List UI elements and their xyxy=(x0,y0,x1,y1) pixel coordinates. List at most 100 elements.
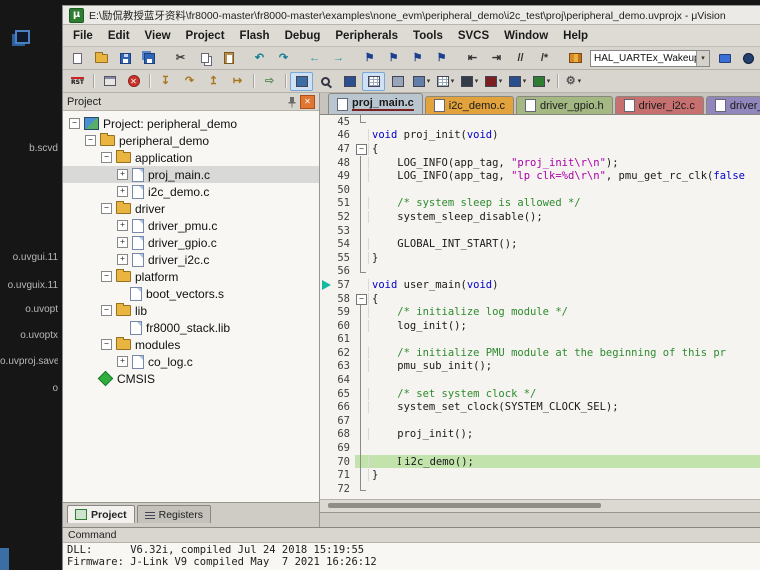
code-line-60[interactable]: 60 log_init(); xyxy=(320,319,760,333)
fold-margin[interactable] xyxy=(355,251,368,265)
close-panel-icon[interactable]: ✕ xyxy=(300,95,315,109)
scrollbar-thumb[interactable] xyxy=(328,503,601,508)
fold-margin[interactable] xyxy=(355,210,368,224)
trace-window-button[interactable]: ▾ xyxy=(506,72,529,91)
code-line-65[interactable]: 65 /* set system clock */ xyxy=(320,387,760,401)
fold-collapse-icon[interactable]: − xyxy=(356,144,367,155)
editor-tab-i2c-demo-c[interactable]: i2c_demo.c xyxy=(425,96,514,114)
chevron-down-icon[interactable]: ▾ xyxy=(696,51,709,66)
fold-margin[interactable] xyxy=(355,346,368,360)
tree-item-driver[interactable]: −driver xyxy=(63,200,319,217)
expand-icon[interactable]: + xyxy=(117,186,128,197)
menu-item-project[interactable]: Project xyxy=(186,30,225,42)
editor-tab-driver-gpio-c[interactable]: driver_gpio.c xyxy=(706,96,760,114)
tree-item-co-log-c[interactable]: +co_log.c xyxy=(63,353,319,370)
fold-margin[interactable] xyxy=(355,414,368,428)
code-line-71[interactable]: 71} xyxy=(320,468,760,482)
expand-icon[interactable]: + xyxy=(117,254,128,265)
run-to-cursor-button[interactable]: ↦ xyxy=(226,72,249,91)
tree-item-application[interactable]: −application xyxy=(63,149,319,166)
menu-item-svcs[interactable]: SVCS xyxy=(458,30,489,42)
expand-icon[interactable]: + xyxy=(117,237,128,248)
fold-margin[interactable] xyxy=(355,319,368,333)
code-editor[interactable]: 4546void proj_init(void)47−{48 LOG_INFO(… xyxy=(320,115,760,499)
tree-item-driver-pmu-c[interactable]: +driver_pmu.c xyxy=(63,217,319,234)
fold-margin[interactable] xyxy=(355,169,368,183)
menu-item-help[interactable]: Help xyxy=(563,30,588,42)
comment-selection-button[interactable]: // xyxy=(509,49,532,68)
code-line-50[interactable]: 50 xyxy=(320,183,760,197)
command-output[interactable]: DLL: V6.32i, compiled Jul 24 2018 15:19:… xyxy=(63,543,760,570)
collapse-icon[interactable]: − xyxy=(101,271,112,282)
code-line-69[interactable]: 69 xyxy=(320,441,760,455)
code-line-67[interactable]: 67 xyxy=(320,414,760,428)
undo-button[interactable]: ↶ xyxy=(248,49,271,68)
chevron-down-icon[interactable]: ▾ xyxy=(475,77,479,85)
collapse-icon[interactable]: − xyxy=(101,203,112,214)
code-line-70[interactable]: 70 Ii2c_demo(); xyxy=(320,455,760,469)
fold-margin[interactable]: − xyxy=(355,292,368,306)
fold-margin[interactable] xyxy=(355,400,368,414)
code-line-54[interactable]: 54 GLOBAL_INT_START(); xyxy=(320,237,760,251)
fold-margin[interactable] xyxy=(355,428,368,442)
editor-tab-proj-main-c[interactable]: proj_main.c xyxy=(328,93,423,114)
menu-item-file[interactable]: File xyxy=(73,30,93,42)
reset-cpu-button[interactable]: RST xyxy=(66,72,89,91)
fold-margin[interactable] xyxy=(355,455,368,469)
watch-window-button[interactable]: ▾ xyxy=(410,72,433,91)
nav-forward-button[interactable]: → xyxy=(327,49,350,68)
bookmark-clear-all-button[interactable]: ⚑ xyxy=(430,49,453,68)
horizontal-scrollbar[interactable] xyxy=(320,499,760,512)
menu-item-view[interactable]: View xyxy=(145,30,171,42)
chevron-down-icon[interactable]: ▾ xyxy=(451,77,455,85)
new-file-button[interactable] xyxy=(66,49,89,68)
code-line-61[interactable]: 61 xyxy=(320,333,760,347)
code-line-58[interactable]: 58−{ xyxy=(320,292,760,306)
menu-item-tools[interactable]: Tools xyxy=(413,30,443,42)
disassembly-window-button[interactable] xyxy=(314,72,337,91)
collapse-icon[interactable]: − xyxy=(101,305,112,316)
menu-item-edit[interactable]: Edit xyxy=(108,30,130,42)
menu-item-window[interactable]: Window xyxy=(504,30,548,42)
chevron-down-icon[interactable]: ▾ xyxy=(578,77,582,85)
register-window-button[interactable] xyxy=(362,72,385,91)
chevron-down-icon[interactable]: ▾ xyxy=(547,77,551,85)
code-line-49[interactable]: 49 LOG_INFO(app_tag, "lp clk=%d\r\n", pm… xyxy=(320,169,760,183)
tree-item-modules[interactable]: −modules xyxy=(63,336,319,353)
stop-debug-button[interactable] xyxy=(122,72,145,91)
tree-item-fr8000-stack-lib[interactable]: fr8000_stack.lib xyxy=(63,319,319,336)
code-line-63[interactable]: 63 pmu_sub_init(); xyxy=(320,360,760,374)
expand-icon[interactable]: + xyxy=(117,356,128,367)
copy-button[interactable] xyxy=(193,49,216,68)
step-over-button[interactable]: ↷ xyxy=(178,72,201,91)
collapse-icon[interactable]: − xyxy=(85,135,96,146)
books-window-button[interactable] xyxy=(564,49,587,68)
chevron-down-icon[interactable]: ▾ xyxy=(523,77,527,85)
fold-margin[interactable] xyxy=(355,360,368,374)
tree-item-cmsis[interactable]: CMSIS xyxy=(63,370,319,387)
fold-margin[interactable] xyxy=(355,265,368,279)
fold-margin[interactable] xyxy=(355,129,368,143)
expand-icon[interactable]: + xyxy=(117,169,128,180)
symbol-combobox[interactable]: HAL_UARTEx_WakeupCal▾ xyxy=(590,50,710,67)
tree-item-driver-i2c-c[interactable]: +driver_i2c.c xyxy=(63,251,319,268)
tree-item-proj-main-c[interactable]: +proj_main.c xyxy=(63,166,319,183)
indent-button[interactable]: ⇥ xyxy=(485,49,508,68)
code-line-66[interactable]: 66 system_set_clock(SYSTEM_CLOCK_SEL); xyxy=(320,400,760,414)
bookmark-prev-button[interactable]: ⚑ xyxy=(382,49,405,68)
editor-tab-driver-i2c-c[interactable]: driver_i2c.c xyxy=(615,96,704,114)
tree-item-driver-gpio-c[interactable]: +driver_gpio.c xyxy=(63,234,319,251)
fold-margin[interactable] xyxy=(355,373,368,387)
code-line-46[interactable]: 46void proj_init(void) xyxy=(320,129,760,143)
code-line-56[interactable]: 56 xyxy=(320,265,760,279)
open-file-button[interactable] xyxy=(90,49,113,68)
fold-margin[interactable] xyxy=(355,441,368,455)
fold-margin[interactable] xyxy=(355,183,368,197)
code-line-47[interactable]: 47−{ xyxy=(320,142,760,156)
bookmark-toggle-button[interactable]: ⚑ xyxy=(358,49,381,68)
serial-window-button[interactable]: ▾ xyxy=(458,72,481,91)
run-button[interactable]: ⇨ xyxy=(258,72,281,91)
nav-back-button[interactable]: ← xyxy=(303,49,326,68)
redo-button[interactable]: ↷ xyxy=(272,49,295,68)
fold-margin[interactable] xyxy=(355,115,368,129)
